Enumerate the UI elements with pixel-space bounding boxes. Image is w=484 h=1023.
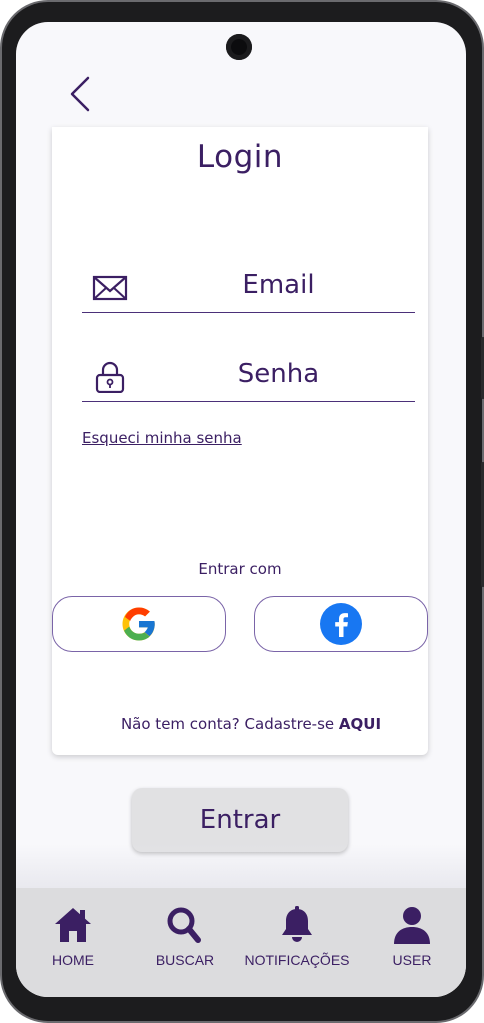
signup-prompt: Não tem conta? Cadastre-se AQUI — [52, 715, 428, 733]
login-card: Login Email Senha Esqueci minha senha En… — [52, 127, 428, 755]
email-field[interactable]: Email — [82, 260, 415, 313]
google-icon — [122, 607, 155, 641]
signup-text: Não tem conta? Cadastre-se — [120, 715, 335, 733]
password-field[interactable]: Senha — [82, 349, 415, 402]
enter-with-label: Entrar com — [198, 560, 282, 578]
email-placeholder: Email — [242, 270, 315, 300]
nav-label-home: HOME — [52, 952, 94, 968]
nav-home[interactable]: HOME — [18, 906, 128, 968]
lock-icon — [95, 361, 125, 393]
screen: Login Email Senha Esqueci minha senha En… — [16, 22, 466, 997]
envelope-icon — [92, 275, 128, 301]
nav-search[interactable]: BUSCAR — [130, 906, 240, 968]
nav-notifications[interactable]: NOTIFICAÇÕES — [242, 906, 352, 968]
bottom-nav: HOME BUSCAR NOTIFICAÇÕES USER — [16, 888, 466, 997]
search-icon — [167, 907, 201, 943]
nav-shadow — [16, 844, 466, 890]
bell-icon — [282, 906, 312, 942]
password-placeholder: Senha — [237, 359, 320, 389]
nav-label-user: USER — [392, 952, 432, 968]
nav-label-search: BUSCAR — [155, 952, 215, 968]
nav-label-notifications: NOTIFICAÇÕES — [244, 952, 350, 968]
google-login-button[interactable] — [52, 596, 226, 652]
signup-link[interactable]: AQUI — [339, 715, 381, 733]
nav-user[interactable]: USER — [357, 906, 466, 968]
chevron-left-icon[interactable] — [66, 72, 96, 116]
front-camera — [226, 34, 252, 60]
home-icon — [55, 908, 91, 942]
facebook-icon — [320, 603, 362, 645]
facebook-login-button[interactable] — [254, 596, 428, 652]
page-title: Login — [196, 139, 284, 175]
user-icon — [394, 907, 430, 944]
login-button[interactable]: Entrar — [132, 788, 348, 852]
forgot-password-link[interactable]: Esqueci minha senha — [82, 429, 242, 447]
